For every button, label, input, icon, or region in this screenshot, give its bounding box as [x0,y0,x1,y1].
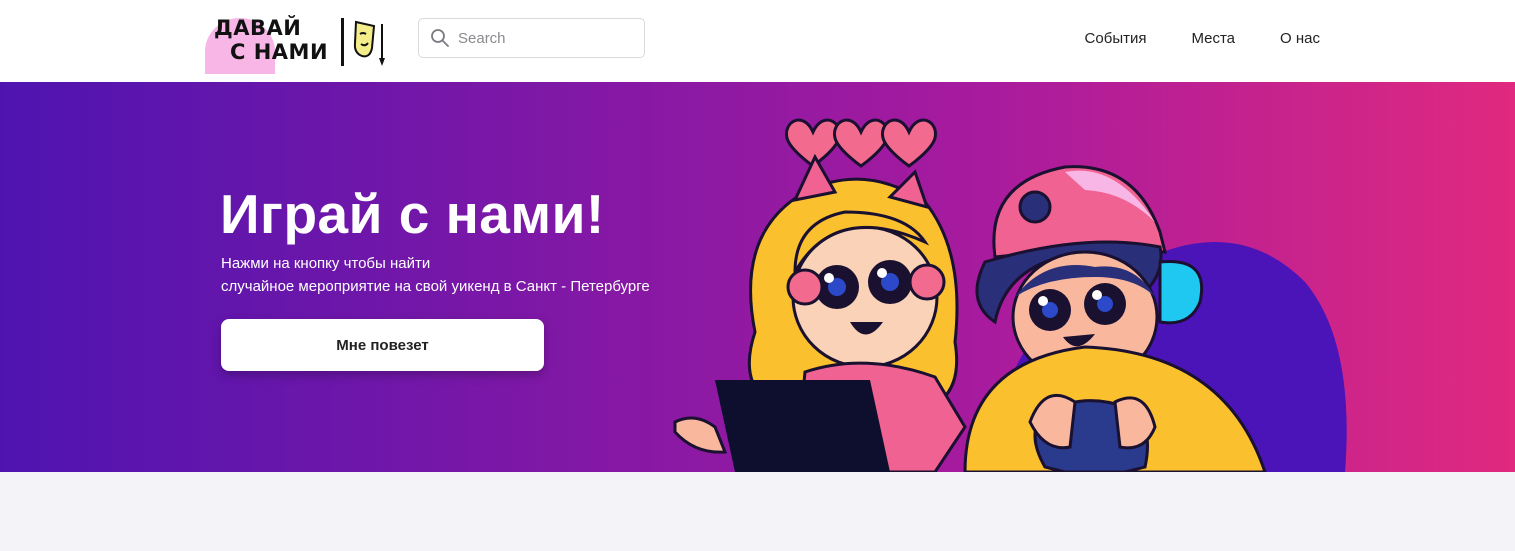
logo-line-1: ДАВАЙ [214,16,302,40]
hero-banner: Играй с нами! Нажми на кнопку чтобы найт… [0,82,1515,472]
main-nav: События Места О нас [1085,30,1320,47]
nav-events[interactable]: События [1085,30,1147,47]
lucky-button[interactable]: Мне повезет [221,319,544,371]
hero-subtitle: Нажми на кнопку чтобы найти случайное ме… [221,252,650,298]
logo-line-2: С НАМИ [230,40,329,64]
heart-icon [785,118,937,168]
search-icon [431,29,449,47]
nav-about[interactable]: О нас [1280,30,1320,47]
hero-subtitle-line-1: Нажми на кнопку чтобы найти [221,255,431,272]
site-logo[interactable]: ДАВАЙ С НАМИ [204,10,390,74]
hero-title: Играй с нами! [220,183,605,245]
logo-wordmark: ДАВАЙ С НАМИ [214,16,328,64]
header: ДАВАЙ С НАМИ События Места О нас [0,0,1515,82]
theater-mask-icon [353,20,385,66]
search-input[interactable] [458,29,628,47]
hero-subtitle-line-2: случайное мероприятие на свой уикенд в С… [221,278,650,295]
search-box[interactable] [418,18,645,58]
kids-gaming-illustration [673,118,1347,472]
nav-places[interactable]: Места [1191,30,1235,47]
logo-divider [341,18,344,66]
content-area [0,472,1515,551]
